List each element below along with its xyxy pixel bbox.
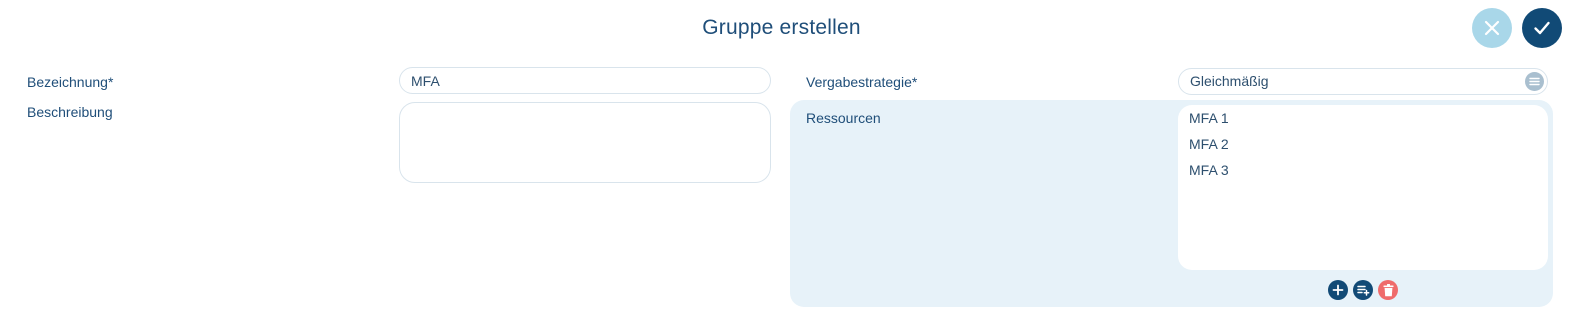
cancel-button[interactable]: [1472, 8, 1512, 48]
list-item[interactable]: MFA 3: [1189, 162, 1537, 188]
plus-icon: [1332, 284, 1344, 296]
ressourcen-label: Ressourcen: [806, 110, 881, 126]
beschreibung-textarea[interactable]: [399, 102, 771, 183]
check-icon: [1534, 21, 1550, 35]
list-item[interactable]: MFA 2: [1189, 136, 1537, 162]
add-resource-button[interactable]: [1328, 280, 1348, 300]
bezeichnung-input[interactable]: [399, 67, 771, 94]
trash-icon: [1383, 283, 1393, 296]
add-list-button[interactable]: [1353, 280, 1373, 300]
vergabestrategie-label: Vergabestrategie*: [806, 74, 918, 90]
confirm-button[interactable]: [1522, 8, 1562, 48]
close-icon: [1484, 20, 1500, 36]
dialog-title: Gruppe erstellen: [702, 16, 861, 39]
menu-icon[interactable]: [1525, 72, 1544, 91]
list-item[interactable]: MFA 1: [1189, 110, 1537, 136]
dialog: Gruppe erstellen Bezeichnung* Beschreibu…: [0, 0, 1577, 318]
beschreibung-label: Beschreibung: [27, 104, 113, 120]
playlist-add-icon: [1356, 285, 1369, 296]
ressourcen-list[interactable]: MFA 1 MFA 2 MFA 3: [1178, 105, 1548, 270]
delete-button[interactable]: [1378, 280, 1398, 300]
bezeichnung-label: Bezeichnung*: [27, 74, 114, 90]
vergabestrategie-select[interactable]: Gleichmäßig: [1178, 68, 1548, 95]
vergabestrategie-value: Gleichmäßig: [1190, 73, 1269, 89]
